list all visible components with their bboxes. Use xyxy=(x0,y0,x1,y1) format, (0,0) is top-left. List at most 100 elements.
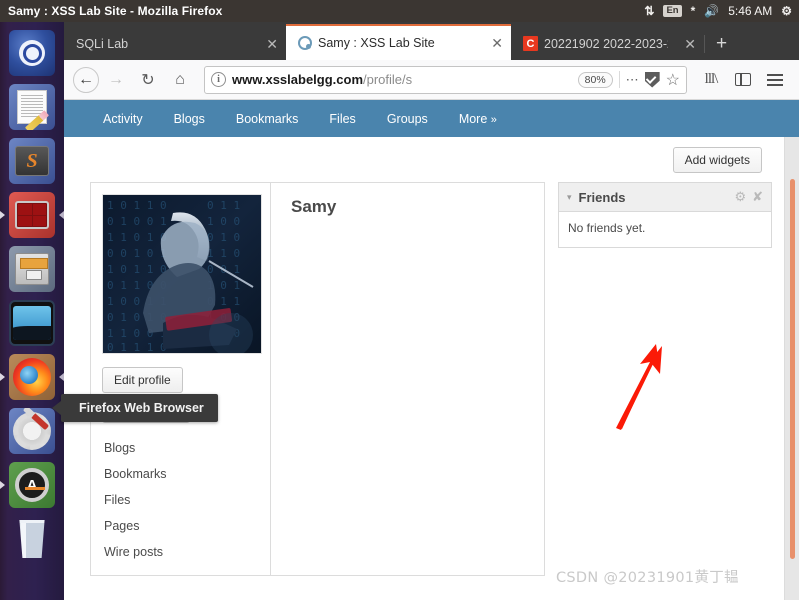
gear-icon[interactable]: ⚙ xyxy=(734,189,746,205)
text-editor-icon xyxy=(9,84,55,130)
running-indicator-left xyxy=(0,481,5,489)
bluetooth-icon[interactable]: * xyxy=(691,5,696,17)
unity-launcher: S A xyxy=(0,22,64,600)
nav-item-groups[interactable]: Groups xyxy=(387,112,428,126)
page-info-icon[interactable]: i xyxy=(211,72,226,87)
launcher-item-sublime-text[interactable]: S xyxy=(0,134,64,188)
profile-link-files[interactable]: Files xyxy=(102,487,260,513)
zoom-level-badge[interactable]: 80% xyxy=(577,71,613,88)
launcher-item-software-updater[interactable]: A xyxy=(0,458,64,512)
keyboard-layout-indicator[interactable]: En xyxy=(663,4,682,18)
navigation-toolbar: ← → ↻ ⌂ i www.xsslabelgg.com/profile/s 8… xyxy=(64,60,799,100)
running-indicator-left xyxy=(0,211,5,219)
svg-text:0 1 0: 0 1 0 xyxy=(207,231,240,244)
url-bar[interactable]: i www.xsslabelgg.com/profile/s 80% ⋯ ☆ xyxy=(204,65,687,94)
url-text: www.xsslabelgg.com/profile/s xyxy=(232,72,572,87)
bookmark-star-icon[interactable]: ☆ xyxy=(666,70,680,90)
tab-strip: SQLi Lab ✕ Samy : XSS Lab Site ✕ C 20221… xyxy=(64,22,799,60)
chevron-down-icon[interactable]: ▾ xyxy=(567,192,572,203)
nav-item-files[interactable]: Files xyxy=(329,112,355,126)
svg-text:1 1 0: 1 1 0 xyxy=(207,247,240,260)
tab-close-icon[interactable]: ✕ xyxy=(256,37,278,51)
profile-link-wire-posts[interactable]: Wire posts xyxy=(102,539,260,565)
library-icon[interactable]: lll\ xyxy=(696,66,726,94)
tab-close-icon[interactable]: ✕ xyxy=(674,37,696,51)
avatar[interactable]: 1 0 1 1 0 0 1 0 0 1 1 1 0 1 0 0 0 1 0 1 1 … xyxy=(102,194,262,354)
widgets-column: ▾ Friends ⚙ ✘ No friends yet. xyxy=(558,182,772,248)
browser-tab-csdn[interactable]: C 20221902 2022-2023-2 ✕ xyxy=(511,27,704,60)
launcher-item-firefox[interactable] xyxy=(0,350,64,404)
svg-text:0 0 1 0 1: 0 0 1 0 1 xyxy=(107,247,167,260)
nav-more-label: More xyxy=(458,111,488,126)
avatar-image: 1 0 1 1 0 0 1 0 0 1 1 1 0 1 0 0 0 1 0 1 1 … xyxy=(103,195,261,353)
page-scrollbar-track[interactable] xyxy=(784,137,799,600)
close-circle-icon[interactable]: ✘ xyxy=(752,189,763,205)
nav-item-more[interactable]: More » xyxy=(459,112,497,126)
friends-widget: ▾ Friends ⚙ ✘ No friends yet. xyxy=(558,182,772,248)
trash-icon xyxy=(9,516,55,562)
software-updater-icon: A xyxy=(9,462,55,508)
profile-link-blogs[interactable]: Blogs xyxy=(102,435,260,461)
shield-icon[interactable] xyxy=(644,71,660,88)
system-tray: ⇅ En * 🔊 5:46 AM ⚙ xyxy=(644,4,799,18)
page-scrollbar-thumb[interactable] xyxy=(790,179,795,559)
content-columns: 1 0 1 1 0 0 1 0 0 1 1 1 0 1 0 0 0 1 0 1 1 … xyxy=(90,182,773,576)
tab-title: SQLi Lab xyxy=(76,36,129,51)
profile-links-list: Blogs Bookmarks Files Pages Wire posts xyxy=(102,435,260,565)
friends-widget-actions: ⚙ ✘ xyxy=(734,189,763,205)
launcher-item-trash[interactable] xyxy=(0,512,64,566)
nav-item-activity[interactable]: Activity xyxy=(103,112,143,126)
browser-tab-xss-lab-site[interactable]: Samy : XSS Lab Site ✕ xyxy=(286,24,511,60)
tab-title: 20221902 2022-2023-2 xyxy=(544,36,669,51)
nav-item-blogs[interactable]: Blogs xyxy=(174,112,205,126)
nav-right-edge xyxy=(784,100,799,137)
launcher-tooltip: Firefox Web Browser xyxy=(61,394,218,422)
page-actions-icon[interactable]: ⋯ xyxy=(626,72,639,88)
network-updown-icon[interactable]: ⇅ xyxy=(644,5,654,17)
web-page-content: Activity Blogs Bookmarks Files Groups Mo… xyxy=(64,100,799,600)
window-title: Samy : XSS Lab Site - Mozilla Firefox xyxy=(8,4,223,18)
tab-close-icon[interactable]: ✕ xyxy=(481,36,503,50)
browser-tab-sqli-lab[interactable]: SQLi Lab ✕ xyxy=(64,27,286,60)
sidebar-icon[interactable] xyxy=(728,66,758,94)
svg-text:1 0 1 1 0: 1 0 1 1 0 xyxy=(107,263,167,276)
ubuntu-dash-icon xyxy=(9,30,55,76)
system-settings-icon xyxy=(9,408,55,454)
launcher-item-wireshark[interactable] xyxy=(0,296,64,350)
file-manager-icon xyxy=(9,246,55,292)
add-widgets-row: Add widgets xyxy=(90,147,773,173)
profile-link-bookmarks[interactable]: Bookmarks xyxy=(102,461,260,487)
svg-text:0 1 1: 0 1 1 xyxy=(207,199,240,212)
new-tab-button[interactable]: + xyxy=(705,34,738,53)
svg-text:1 1 0 1 0: 1 1 0 1 0 xyxy=(107,231,167,244)
profile-link-pages[interactable]: Pages xyxy=(102,513,260,539)
add-widgets-button[interactable]: Add widgets xyxy=(672,147,762,173)
wireshark-icon xyxy=(9,300,55,346)
edit-profile-button[interactable]: Edit profile xyxy=(102,367,183,393)
launcher-item-ubuntu-dash[interactable] xyxy=(0,26,64,80)
volume-icon[interactable]: 🔊 xyxy=(704,5,719,17)
chevron-double-right-icon: » xyxy=(490,113,497,126)
sublime-text-icon: S xyxy=(9,138,55,184)
launcher-item-terminal[interactable] xyxy=(0,188,64,242)
reload-button[interactable]: ↻ xyxy=(133,66,163,94)
elgg-favicon xyxy=(298,36,312,50)
clock[interactable]: 5:46 AM xyxy=(728,4,772,18)
home-button[interactable]: ⌂ xyxy=(165,66,195,94)
csdn-favicon: C xyxy=(523,36,538,51)
launcher-item-text-editor[interactable] xyxy=(0,80,64,134)
launcher-item-file-manager[interactable] xyxy=(0,242,64,296)
friends-widget-body: No friends yet. xyxy=(568,221,646,235)
back-button[interactable]: ← xyxy=(73,66,99,93)
page-title: Samy xyxy=(291,197,337,216)
csdn-watermark: CSDN @20231901黄丁韫 xyxy=(556,570,739,586)
gear-icon[interactable]: ⚙ xyxy=(781,5,792,17)
nav-item-bookmarks[interactable]: Bookmarks xyxy=(236,112,299,126)
svg-text:1 0 0: 1 0 0 xyxy=(207,215,240,228)
forward-button[interactable]: → xyxy=(101,66,131,94)
svg-text:0 1 1 1 0: 0 1 1 1 0 xyxy=(107,341,167,353)
hamburger-icon[interactable] xyxy=(760,66,790,94)
tab-title: Samy : XSS Lab Site xyxy=(318,36,435,50)
firefox-icon xyxy=(9,354,55,400)
ubuntu-top-panel: Samy : XSS Lab Site - Mozilla Firefox ⇅ … xyxy=(0,0,799,22)
